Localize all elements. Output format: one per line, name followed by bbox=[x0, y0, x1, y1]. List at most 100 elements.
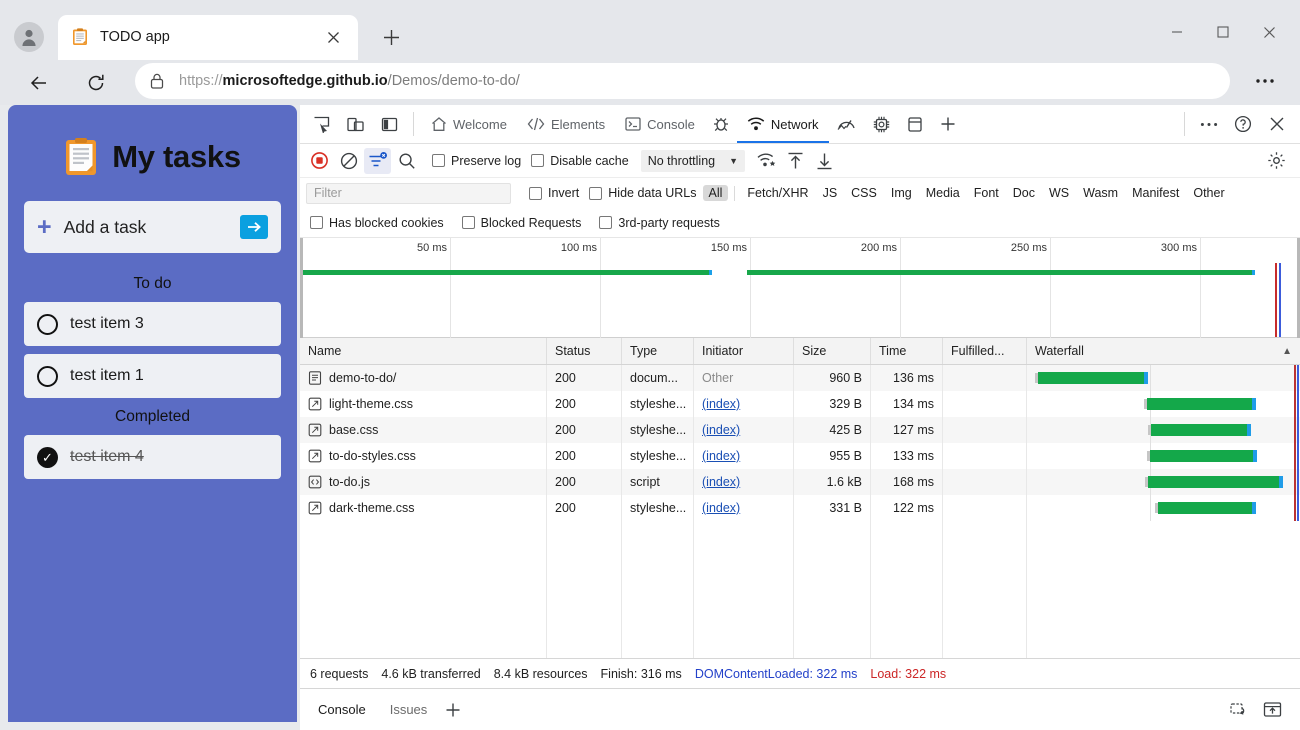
window-minimize-button[interactable] bbox=[1154, 14, 1200, 50]
filter-type-wasm[interactable]: Wasm bbox=[1077, 185, 1124, 201]
checkbox-unchecked-icon[interactable] bbox=[37, 314, 58, 335]
browser-tab[interactable]: TODO app bbox=[58, 15, 358, 60]
cell-initiator[interactable]: (index) bbox=[694, 391, 794, 417]
list-item[interactable]: ✓ test item 4 bbox=[24, 435, 281, 479]
throttling-dropdown[interactable]: No throttling ▼ bbox=[641, 150, 745, 172]
blocked-requests-checkbox[interactable]: Blocked Requests bbox=[462, 216, 582, 230]
cell-name[interactable]: to-do.js bbox=[300, 469, 547, 495]
filter-type-font[interactable]: Font bbox=[968, 185, 1005, 201]
table-row[interactable]: dark-theme.css 200 styleshe... (index) 3… bbox=[300, 495, 1300, 521]
filter-type-ws[interactable]: WS bbox=[1043, 185, 1075, 201]
table-row[interactable]: base.css 200 styleshe... (index) 425 B 1… bbox=[300, 417, 1300, 443]
reload-button[interactable] bbox=[79, 66, 113, 100]
table-row[interactable]: demo-to-do/ 200 docum... Other 960 B 136… bbox=[300, 365, 1300, 391]
filter-type-css[interactable]: CSS bbox=[845, 185, 883, 201]
checkbox-box[interactable] bbox=[589, 187, 602, 200]
preserve-log-checkbox[interactable]: Preserve log bbox=[432, 154, 521, 168]
column-header-name[interactable]: Name bbox=[300, 338, 547, 364]
inspect-element-icon[interactable] bbox=[306, 109, 336, 139]
cell-initiator[interactable]: (index) bbox=[694, 443, 794, 469]
submit-task-button[interactable] bbox=[240, 215, 268, 239]
table-row[interactable]: light-theme.css 200 styleshe... (index) … bbox=[300, 391, 1300, 417]
initiator-link[interactable]: (index) bbox=[702, 501, 740, 515]
column-header-initiator[interactable]: Initiator bbox=[694, 338, 794, 364]
close-devtools-icon[interactable] bbox=[1262, 109, 1292, 139]
drawer-restore-icon[interactable] bbox=[1258, 696, 1286, 724]
checkbox-box[interactable] bbox=[432, 154, 445, 167]
new-tab-button[interactable] bbox=[374, 20, 408, 54]
list-item[interactable]: test item 3 bbox=[24, 302, 281, 346]
checkbox-box[interactable] bbox=[531, 154, 544, 167]
tab-elements[interactable]: Elements bbox=[517, 105, 615, 143]
table-row[interactable]: to-do.js 200 script (index) 1.6 kB 168 m… bbox=[300, 469, 1300, 495]
filter-type-manifest[interactable]: Manifest bbox=[1126, 185, 1185, 201]
cell-initiator[interactable]: (index) bbox=[694, 469, 794, 495]
browser-settings-button[interactable] bbox=[1248, 66, 1282, 96]
clear-icon[interactable] bbox=[335, 148, 362, 174]
column-header-type[interactable]: Type bbox=[622, 338, 694, 364]
window-close-button[interactable] bbox=[1246, 14, 1292, 50]
filter-input[interactable]: Filter bbox=[306, 183, 511, 204]
column-header-fulfilled[interactable]: Fulfilled... bbox=[943, 338, 1027, 364]
cell-initiator[interactable]: (index) bbox=[694, 495, 794, 521]
hide-data-urls-checkbox[interactable]: Hide data URLs bbox=[589, 186, 696, 200]
more-tools-dots-icon[interactable] bbox=[1194, 109, 1224, 139]
tab-console[interactable]: Console bbox=[615, 105, 705, 143]
record-stop-icon[interactable] bbox=[306, 148, 333, 174]
column-header-size[interactable]: Size bbox=[794, 338, 871, 364]
window-maximize-button[interactable] bbox=[1200, 14, 1246, 50]
initiator-link[interactable]: (index) bbox=[702, 449, 740, 463]
network-overview-timeline[interactable]: 50 ms 100 ms 150 ms 200 ms 250 ms 300 ms bbox=[300, 238, 1300, 338]
drawer-tab-console[interactable]: Console bbox=[306, 696, 378, 724]
cell-name[interactable]: to-do-styles.css bbox=[300, 443, 547, 469]
export-har-icon[interactable] bbox=[811, 148, 838, 174]
tab-close-icon[interactable] bbox=[320, 24, 346, 50]
column-header-status[interactable]: Status bbox=[547, 338, 622, 364]
initiator-link[interactable]: (index) bbox=[702, 475, 740, 489]
help-question-icon[interactable] bbox=[1228, 109, 1258, 139]
cell-name[interactable]: light-theme.css bbox=[300, 391, 547, 417]
third-party-requests-checkbox[interactable]: 3rd-party requests bbox=[599, 216, 719, 230]
dock-side-icon[interactable] bbox=[374, 109, 404, 139]
cell-initiator[interactable]: (index) bbox=[694, 417, 794, 443]
filter-type-img[interactable]: Img bbox=[885, 185, 918, 201]
initiator-link[interactable]: (index) bbox=[702, 397, 740, 411]
settings-gear-icon[interactable] bbox=[1263, 148, 1290, 174]
cell-name[interactable]: demo-to-do/ bbox=[300, 365, 547, 391]
overview-left-handle[interactable] bbox=[300, 238, 303, 338]
initiator-link[interactable]: (index) bbox=[702, 423, 740, 437]
tab-network[interactable]: Network bbox=[737, 105, 829, 143]
tab-sources[interactable] bbox=[705, 105, 737, 143]
search-icon[interactable] bbox=[393, 148, 420, 174]
invert-checkbox[interactable]: Invert bbox=[529, 186, 579, 200]
filter-type-doc[interactable]: Doc bbox=[1007, 185, 1041, 201]
add-task-input[interactable]: + Add a task bbox=[24, 201, 281, 253]
profile-avatar[interactable] bbox=[14, 22, 44, 52]
checkbox-box[interactable] bbox=[529, 187, 542, 200]
list-item[interactable]: test item 1 bbox=[24, 354, 281, 398]
has-blocked-cookies-checkbox[interactable]: Has blocked cookies bbox=[310, 216, 444, 230]
device-toolbar-icon[interactable] bbox=[340, 109, 370, 139]
drawer-add-tab-icon[interactable] bbox=[439, 696, 467, 724]
table-row[interactable]: to-do-styles.css 200 styleshe... (index)… bbox=[300, 443, 1300, 469]
cell-name[interactable]: dark-theme.css bbox=[300, 495, 547, 521]
tab-performance[interactable] bbox=[829, 105, 864, 143]
import-har-icon[interactable] bbox=[782, 148, 809, 174]
checkbox-unchecked-icon[interactable] bbox=[37, 366, 58, 387]
checkbox-box[interactable] bbox=[462, 216, 475, 229]
checkbox-box[interactable] bbox=[599, 216, 612, 229]
filter-type-js[interactable]: JS bbox=[817, 185, 844, 201]
add-panel-plus-icon[interactable] bbox=[931, 105, 965, 143]
tab-welcome[interactable]: Welcome bbox=[421, 105, 517, 143]
filter-type-fetchxhr[interactable]: Fetch/XHR bbox=[741, 185, 814, 201]
filter-icon[interactable] bbox=[364, 148, 391, 174]
filter-type-media[interactable]: Media bbox=[920, 185, 966, 201]
drawer-tab-issues[interactable]: Issues bbox=[378, 696, 440, 724]
filter-type-other[interactable]: Other bbox=[1187, 185, 1230, 201]
checkbox-checked-icon[interactable]: ✓ bbox=[37, 447, 58, 468]
network-conditions-icon[interactable] bbox=[753, 148, 780, 174]
address-bar[interactable]: https://microsoftedge.github.io/Demos/de… bbox=[135, 63, 1230, 99]
column-header-time[interactable]: Time bbox=[871, 338, 943, 364]
column-header-waterfall[interactable]: Waterfall ▲ bbox=[1027, 338, 1300, 364]
live-expression-icon[interactable] bbox=[1224, 696, 1252, 724]
